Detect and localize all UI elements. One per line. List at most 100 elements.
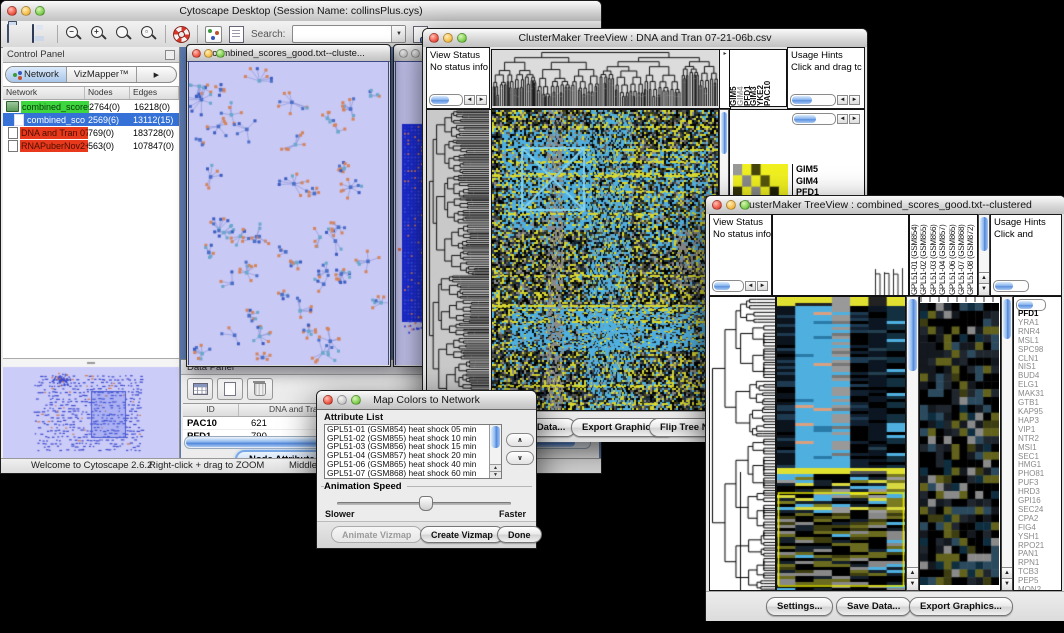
- tab-network[interactable]: Network: [6, 67, 67, 82]
- zoom-button[interactable]: [740, 200, 750, 210]
- table-row[interactable]: RNAPuberNov2+ 563(0) 107847(0): [3, 139, 179, 152]
- close-button[interactable]: [7, 6, 17, 16]
- hscrollbar[interactable]: [790, 94, 836, 106]
- scroll-down-icon[interactable]: ▼: [490, 471, 501, 478]
- scroll-left-icon[interactable]: ◄: [837, 95, 848, 105]
- zoom-in-icon[interactable]: +: [90, 25, 108, 43]
- treeview2-titlebar[interactable]: ClusterMaker TreeView : combined_scores_…: [706, 196, 1064, 215]
- dialog-button[interactable]: Done: [497, 526, 542, 543]
- search-input[interactable]: ▼: [292, 25, 406, 43]
- delete-attribute-icon[interactable]: [247, 378, 273, 400]
- vscrollbar[interactable]: ▲ ▼: [1001, 296, 1013, 591]
- row-label: GIM5: [796, 164, 824, 176]
- network-icon: [13, 73, 17, 77]
- scroll-right-icon[interactable]: ►: [849, 95, 860, 105]
- table-row[interactable]: DNA and Tran 07 769(0) 183728(0): [3, 126, 179, 139]
- tab-overflow-arrow[interactable]: ▶: [137, 67, 176, 82]
- close-button[interactable]: [323, 395, 333, 405]
- row-dendrogram[interactable]: [426, 109, 492, 413]
- dialog-titlebar[interactable]: Map Colors to Network: [317, 391, 536, 410]
- scroll-left-icon[interactable]: ◄: [464, 95, 475, 105]
- column-dendrogram[interactable]: [772, 214, 909, 296]
- attribute-listbox[interactable]: GPL51-01 (GSM854) heat shock 05 minGPL51…: [324, 424, 502, 479]
- hscrollbar[interactable]: [429, 94, 463, 106]
- zoom-button[interactable]: [216, 49, 225, 58]
- minimize-button[interactable]: [726, 200, 736, 210]
- row-dendrogram[interactable]: [709, 296, 776, 591]
- treeview1-title: ClusterMaker TreeView : DNA and Tran 07-…: [423, 32, 867, 44]
- hscrollbar[interactable]: [712, 280, 744, 292]
- birdseye-view[interactable]: [3, 358, 179, 459]
- control-panel: Control Panel Network VizMapper™ ▶ Netwo…: [3, 47, 180, 459]
- list-item[interactable]: GPL51-07 (GSM868) heat shock 60 min: [325, 469, 501, 478]
- column-dendrogram[interactable]: [491, 49, 721, 109]
- open-folder-icon[interactable]: [7, 24, 9, 43]
- network-file-icon: [6, 101, 19, 112]
- float-panel-icon[interactable]: [165, 50, 175, 60]
- table-row[interactable]: combined_scores_ 2764(0) 16218(0): [3, 100, 179, 113]
- vscrollbar[interactable]: ▲ ▼: [489, 425, 501, 478]
- footer-button[interactable]: Settings...: [766, 597, 833, 616]
- move-down-button[interactable]: ∨: [506, 451, 534, 465]
- zoom-heatmap[interactable]: [920, 303, 999, 585]
- attribute-table-icon[interactable]: [187, 378, 213, 400]
- tab-vizmapper[interactable]: VizMapper™: [67, 67, 137, 82]
- close-button[interactable]: [399, 49, 408, 58]
- minimize-button[interactable]: [204, 49, 213, 58]
- slower-label: Slower: [325, 509, 355, 519]
- zoom-button[interactable]: [351, 395, 361, 405]
- slider-thumb[interactable]: [419, 496, 433, 511]
- close-button[interactable]: [712, 200, 722, 210]
- help-ring-icon[interactable]: [173, 26, 190, 43]
- dialog-button[interactable]: Animate Vizmap: [331, 526, 422, 543]
- close-button[interactable]: [192, 49, 201, 58]
- close-button[interactable]: [429, 33, 439, 43]
- footer-button[interactable]: Export Graphics...: [909, 597, 1013, 616]
- vscrollbar[interactable]: ▲ ▼: [978, 214, 990, 296]
- vscrollbar[interactable]: ▲ ▼: [906, 296, 919, 591]
- scroll-left-icon[interactable]: ◄: [745, 281, 756, 291]
- gene-list-panel: PFD1YRA1RNR4MSL1SPC98CLN1NIS1BUD4ELG1MAK…: [1013, 296, 1062, 591]
- hscrollbar[interactable]: [993, 280, 1029, 292]
- minimize-button[interactable]: [337, 395, 347, 405]
- dialog-button[interactable]: Create Vizmap: [420, 526, 504, 543]
- speed-slider[interactable]: [337, 502, 511, 505]
- zoom-actual-icon[interactable]: [115, 25, 133, 43]
- scroll-right-icon[interactable]: ►: [476, 95, 487, 105]
- move-up-button[interactable]: ∧: [506, 433, 534, 447]
- annotation-icon[interactable]: [229, 26, 244, 43]
- chevron-down-icon[interactable]: ▼: [391, 26, 405, 42]
- zoom-selected-icon[interactable]: ▫: [140, 25, 158, 43]
- zoom-out-icon[interactable]: −: [65, 25, 83, 43]
- new-attribute-icon[interactable]: [217, 378, 243, 400]
- footer-button[interactable]: Save Data...: [836, 597, 911, 616]
- scroll-left-icon[interactable]: ◄: [837, 114, 848, 124]
- hscrollbar[interactable]: [792, 113, 836, 125]
- main-titlebar[interactable]: Cytoscape Desktop (Session Name: collins…: [1, 1, 601, 22]
- treeview2-footer: Settings...Save Data...Export Graphics..…: [706, 591, 1064, 621]
- network1-canvas[interactable]: [188, 61, 389, 365]
- zoom-button[interactable]: [35, 6, 45, 16]
- network1-titlebar[interactable]: combined_scores_good.txt--cluste...: [187, 45, 390, 62]
- window-controls: [7, 6, 45, 16]
- desktop: { "colors": { "row_green": "#3ed63e", "r…: [0, 0, 1064, 633]
- scroll-up-icon[interactable]: ▲: [490, 464, 501, 471]
- table-row[interactable]: combined_sco 2569(6) 13112(15): [3, 113, 179, 126]
- heatmap-main[interactable]: [776, 296, 906, 591]
- scroll-right-icon[interactable]: ►: [757, 281, 768, 291]
- scroll-right-icon[interactable]: ►: [849, 114, 860, 124]
- status-hint-zoom: Right-click + drag to ZOOM: [149, 460, 264, 471]
- network-table-header: Network Nodes Edges: [3, 86, 179, 100]
- save-icon[interactable]: [32, 24, 34, 43]
- heatmap-main[interactable]: [491, 109, 719, 411]
- minimize-button[interactable]: [411, 49, 420, 58]
- matrix-column-labels: GIM5GIM4PFD1GIM3YKE2PAC10: [729, 49, 787, 107]
- treeview2-title: ClusterMaker TreeView : combined_scores_…: [706, 199, 1064, 211]
- search-field[interactable]: [293, 26, 391, 42]
- treeview1-titlebar[interactable]: ClusterMaker TreeView : DNA and Tran 07-…: [423, 29, 867, 48]
- minimize-button[interactable]: [443, 33, 453, 43]
- vizmapper-icon[interactable]: [205, 26, 222, 43]
- minimize-button[interactable]: [21, 6, 31, 16]
- usage-hints-panel: Usage Hints Click and: [990, 214, 1062, 296]
- zoom-button[interactable]: [457, 33, 467, 43]
